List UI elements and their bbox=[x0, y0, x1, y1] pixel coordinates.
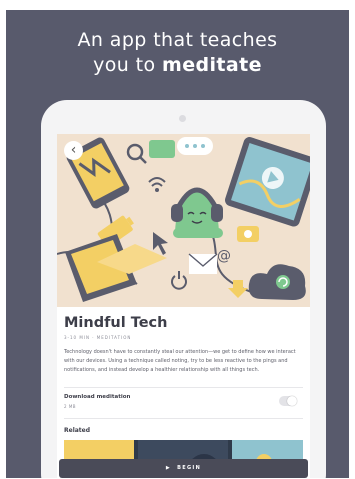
headline-line-2-prefix: you to bbox=[93, 54, 162, 76]
promo-headline: An app that teaches you to meditate bbox=[6, 28, 349, 78]
divider bbox=[64, 418, 303, 419]
meditation-description: Technology doesn't have to constantly st… bbox=[64, 349, 296, 373]
headline-emphasis: meditate bbox=[162, 54, 262, 76]
begin-label: BEGIN bbox=[177, 465, 202, 471]
back-button[interactable]: ‹ bbox=[64, 141, 83, 160]
play-icon: ▶ bbox=[165, 465, 172, 471]
toggle-knob bbox=[287, 396, 297, 406]
tablet-frame: @ ‹ Mindful Tech 3-10 MIN · MEDITATION T… bbox=[41, 100, 326, 478]
headline-line-1: An app that teaches bbox=[77, 29, 278, 51]
tech-illustration: @ bbox=[57, 134, 310, 307]
begin-button[interactable]: ▶ BEGIN bbox=[59, 459, 308, 478]
hero-illustration: @ ‹ bbox=[57, 134, 310, 307]
meditation-title: Mindful Tech bbox=[64, 315, 168, 331]
related-heading: Related bbox=[64, 427, 91, 434]
promo-banner: An app that teaches you to meditate @ ‹ … bbox=[6, 10, 349, 478]
download-toggle[interactable] bbox=[279, 396, 297, 406]
tablet-screen: @ ‹ Mindful Tech 3-10 MIN · MEDITATION T… bbox=[57, 134, 310, 478]
download-size: 2 MB bbox=[64, 404, 77, 409]
download-label: Download meditation bbox=[64, 394, 131, 400]
meditation-meta: 3-10 MIN · MEDITATION bbox=[64, 335, 132, 340]
divider bbox=[64, 387, 303, 388]
at-sign-icon: @ bbox=[217, 248, 231, 264]
tablet-camera bbox=[179, 115, 186, 122]
envelope-icon bbox=[188, 253, 218, 274]
app-store-screenshot: An app that teaches you to meditate @ ‹ … bbox=[0, 0, 355, 479]
chevron-left-icon: ‹ bbox=[70, 142, 77, 158]
